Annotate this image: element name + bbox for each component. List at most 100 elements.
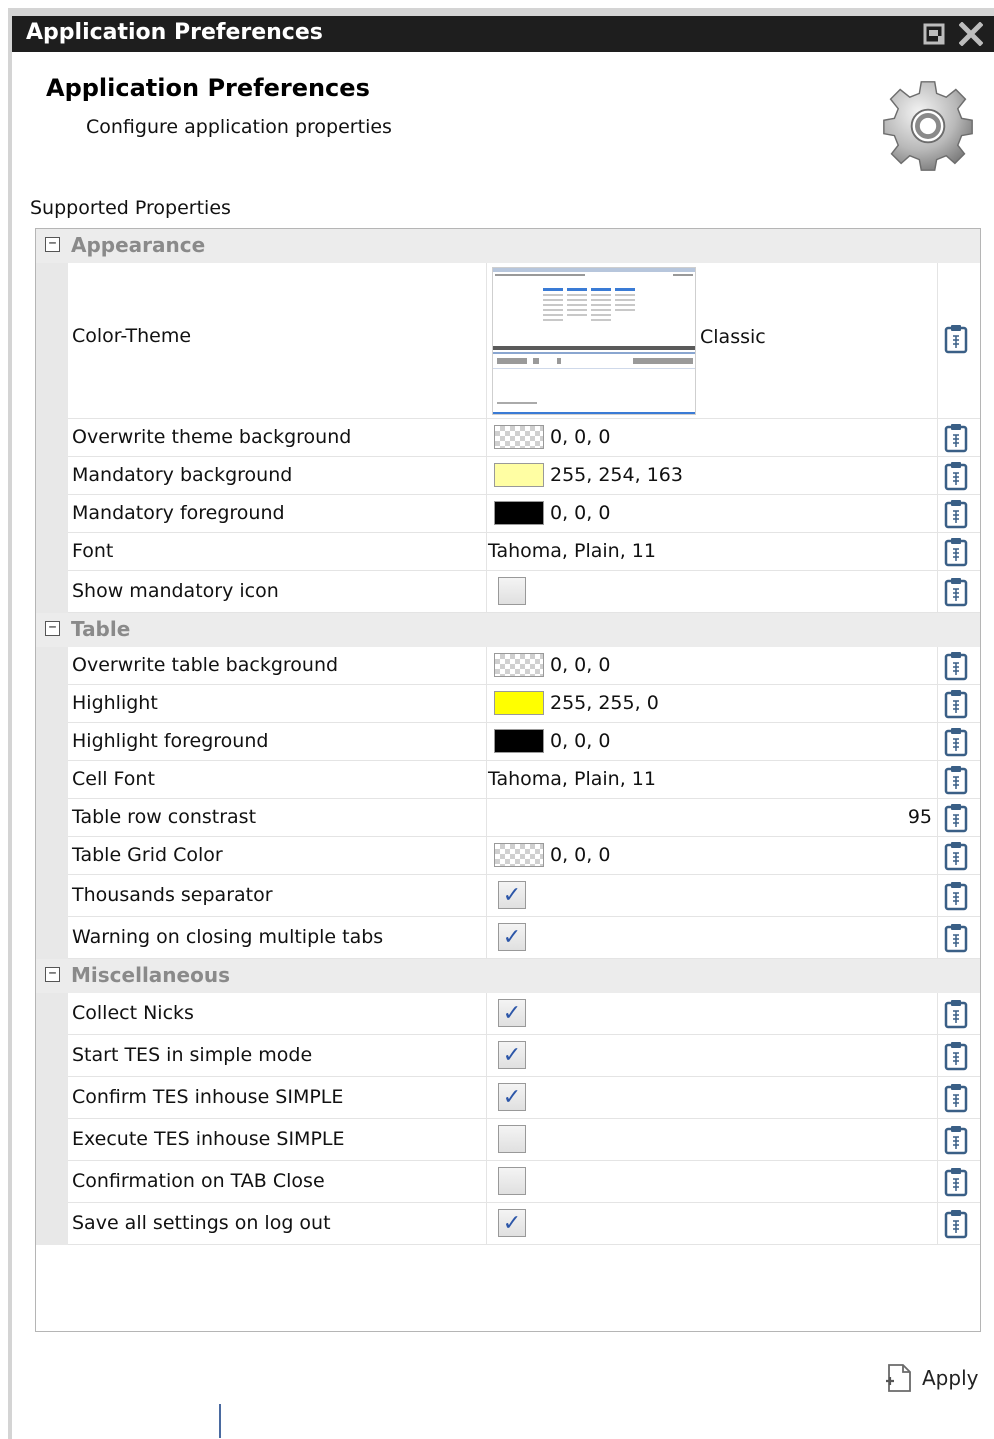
checkbox[interactable]: ✓ bbox=[498, 923, 526, 951]
column-divider bbox=[486, 457, 487, 494]
window-top-edge bbox=[8, 8, 994, 16]
column-divider bbox=[486, 495, 487, 532]
column-divider bbox=[486, 1161, 487, 1202]
reset-clipboard-icon[interactable] bbox=[944, 841, 968, 871]
property-row-start-tes-simple[interactable]: Start TES in simple mode ✓ bbox=[68, 1035, 980, 1077]
property-row-mandatory-background[interactable]: Mandatory background 255, 254, 163 bbox=[68, 457, 980, 495]
column-divider bbox=[486, 1203, 487, 1244]
reset-clipboard-icon[interactable] bbox=[944, 324, 968, 354]
property-name: Highlight bbox=[72, 692, 158, 714]
reset-clipboard-icon[interactable] bbox=[944, 803, 968, 833]
property-name: Highlight foreground bbox=[72, 730, 269, 752]
checkbox[interactable]: ✓ bbox=[498, 999, 526, 1027]
checkbox[interactable]: ✓ bbox=[498, 881, 526, 909]
property-name: Overwrite table background bbox=[72, 654, 339, 676]
column-divider bbox=[937, 1035, 938, 1076]
property-row-thousands-separator[interactable]: Thousands separator ✓ bbox=[68, 875, 980, 917]
property-row-color-theme[interactable]: Color-Theme Classic bbox=[68, 263, 980, 419]
theme-value: Classic bbox=[700, 326, 766, 348]
font-value: Tahoma, Plain, 11 bbox=[488, 768, 656, 790]
column-divider bbox=[486, 419, 487, 456]
color-value: 0, 0, 0 bbox=[550, 426, 611, 448]
property-row-warning-closing-tabs[interactable]: Warning on closing multiple tabs ✓ bbox=[68, 917, 980, 959]
column-divider bbox=[486, 917, 487, 958]
reset-clipboard-icon[interactable] bbox=[944, 881, 968, 911]
property-row-execute-tes-inhouse[interactable]: Execute TES inhouse SIMPLE bbox=[68, 1119, 980, 1161]
column-divider bbox=[937, 1119, 938, 1160]
reset-clipboard-icon[interactable] bbox=[944, 1041, 968, 1071]
property-name: Confirm TES inhouse SIMPLE bbox=[72, 1086, 344, 1108]
reset-clipboard-icon[interactable] bbox=[944, 423, 968, 453]
checkbox[interactable] bbox=[498, 577, 526, 605]
collapse-toggle[interactable]: − bbox=[45, 621, 60, 636]
property-row-overwrite-table-background[interactable]: Overwrite table background 0, 0, 0 bbox=[68, 647, 980, 685]
checkbox[interactable] bbox=[498, 1167, 526, 1195]
reset-clipboard-icon[interactable] bbox=[944, 689, 968, 719]
column-divider bbox=[486, 571, 487, 612]
property-name: Font bbox=[72, 540, 114, 562]
reset-clipboard-icon[interactable] bbox=[944, 923, 968, 953]
reset-clipboard-icon[interactable] bbox=[944, 577, 968, 607]
property-row-mandatory-foreground[interactable]: Mandatory foreground 0, 0, 0 bbox=[68, 495, 980, 533]
reset-clipboard-icon[interactable] bbox=[944, 1209, 968, 1239]
reset-clipboard-icon[interactable] bbox=[944, 999, 968, 1029]
property-row-show-mandatory-icon[interactable]: Show mandatory icon bbox=[68, 571, 980, 613]
property-row-collect-nicks[interactable]: Collect Nicks ✓ bbox=[68, 993, 980, 1035]
theme-preview-image bbox=[492, 267, 696, 415]
property-row-overwrite-theme-background[interactable]: Overwrite theme background 0, 0, 0 bbox=[68, 419, 980, 457]
color-value: 0, 0, 0 bbox=[550, 730, 611, 752]
reset-clipboard-icon[interactable] bbox=[944, 651, 968, 681]
property-row-save-settings-logout[interactable]: Save all settings on log out ✓ bbox=[68, 1203, 980, 1245]
reset-clipboard-icon[interactable] bbox=[944, 1125, 968, 1155]
reset-clipboard-icon[interactable] bbox=[944, 765, 968, 795]
reset-clipboard-icon[interactable] bbox=[944, 499, 968, 529]
column-divider bbox=[937, 1077, 938, 1118]
restore-button[interactable] bbox=[922, 21, 948, 47]
category-label: Appearance bbox=[71, 233, 206, 257]
color-value: 0, 0, 0 bbox=[550, 502, 611, 524]
color-swatch bbox=[494, 425, 544, 449]
property-row-cell-font[interactable]: Cell Font Tahoma, Plain, 11 bbox=[68, 761, 980, 799]
column-divider bbox=[486, 1077, 487, 1118]
reset-clipboard-icon[interactable] bbox=[944, 461, 968, 491]
property-row-highlight-foreground[interactable]: Highlight foreground 0, 0, 0 bbox=[68, 723, 980, 761]
reset-clipboard-icon[interactable] bbox=[944, 727, 968, 757]
checkbox[interactable] bbox=[498, 1125, 526, 1153]
reset-clipboard-icon[interactable] bbox=[944, 1167, 968, 1197]
column-divider bbox=[486, 685, 487, 722]
close-button[interactable] bbox=[958, 21, 984, 47]
property-row-highlight[interactable]: Highlight 255, 255, 0 bbox=[68, 685, 980, 723]
color-swatch bbox=[494, 691, 544, 715]
property-row-font[interactable]: Font Tahoma, Plain, 11 bbox=[68, 533, 980, 571]
checkbox[interactable]: ✓ bbox=[498, 1041, 526, 1069]
column-divider bbox=[937, 495, 938, 532]
window-title: Application Preferences bbox=[26, 20, 323, 45]
gear-icon bbox=[883, 81, 973, 171]
property-row-table-row-contrast[interactable]: Table row constrast 95 bbox=[68, 799, 980, 837]
color-value: 0, 0, 0 bbox=[550, 654, 611, 676]
apply-button[interactable]: Apply bbox=[884, 1362, 978, 1394]
reset-clipboard-icon[interactable] bbox=[944, 537, 968, 567]
color-swatch bbox=[494, 653, 544, 677]
property-row-confirmation-tab-close[interactable]: Confirmation on TAB Close bbox=[68, 1161, 980, 1203]
column-divider bbox=[486, 875, 487, 916]
category-label: Table bbox=[71, 617, 131, 641]
property-name: Cell Font bbox=[72, 768, 155, 790]
column-divider bbox=[937, 875, 938, 916]
column-divider bbox=[937, 457, 938, 494]
column-divider bbox=[937, 1161, 938, 1202]
property-name: Save all settings on log out bbox=[72, 1212, 331, 1234]
collapse-toggle[interactable]: − bbox=[45, 967, 60, 982]
color-swatch bbox=[494, 843, 544, 867]
collapse-toggle[interactable]: − bbox=[45, 237, 60, 252]
property-row-table-grid-color[interactable]: Table Grid Color 0, 0, 0 bbox=[68, 837, 980, 875]
column-divider bbox=[937, 837, 938, 874]
column-divider bbox=[937, 263, 938, 418]
property-row-confirm-tes-inhouse[interactable]: Confirm TES inhouse SIMPLE ✓ bbox=[68, 1077, 980, 1119]
property-name: Table row constrast bbox=[72, 806, 257, 828]
restore-icon bbox=[923, 23, 945, 45]
property-name: Execute TES inhouse SIMPLE bbox=[72, 1128, 345, 1150]
reset-clipboard-icon[interactable] bbox=[944, 1083, 968, 1113]
checkbox[interactable]: ✓ bbox=[498, 1209, 526, 1237]
checkbox[interactable]: ✓ bbox=[498, 1083, 526, 1111]
